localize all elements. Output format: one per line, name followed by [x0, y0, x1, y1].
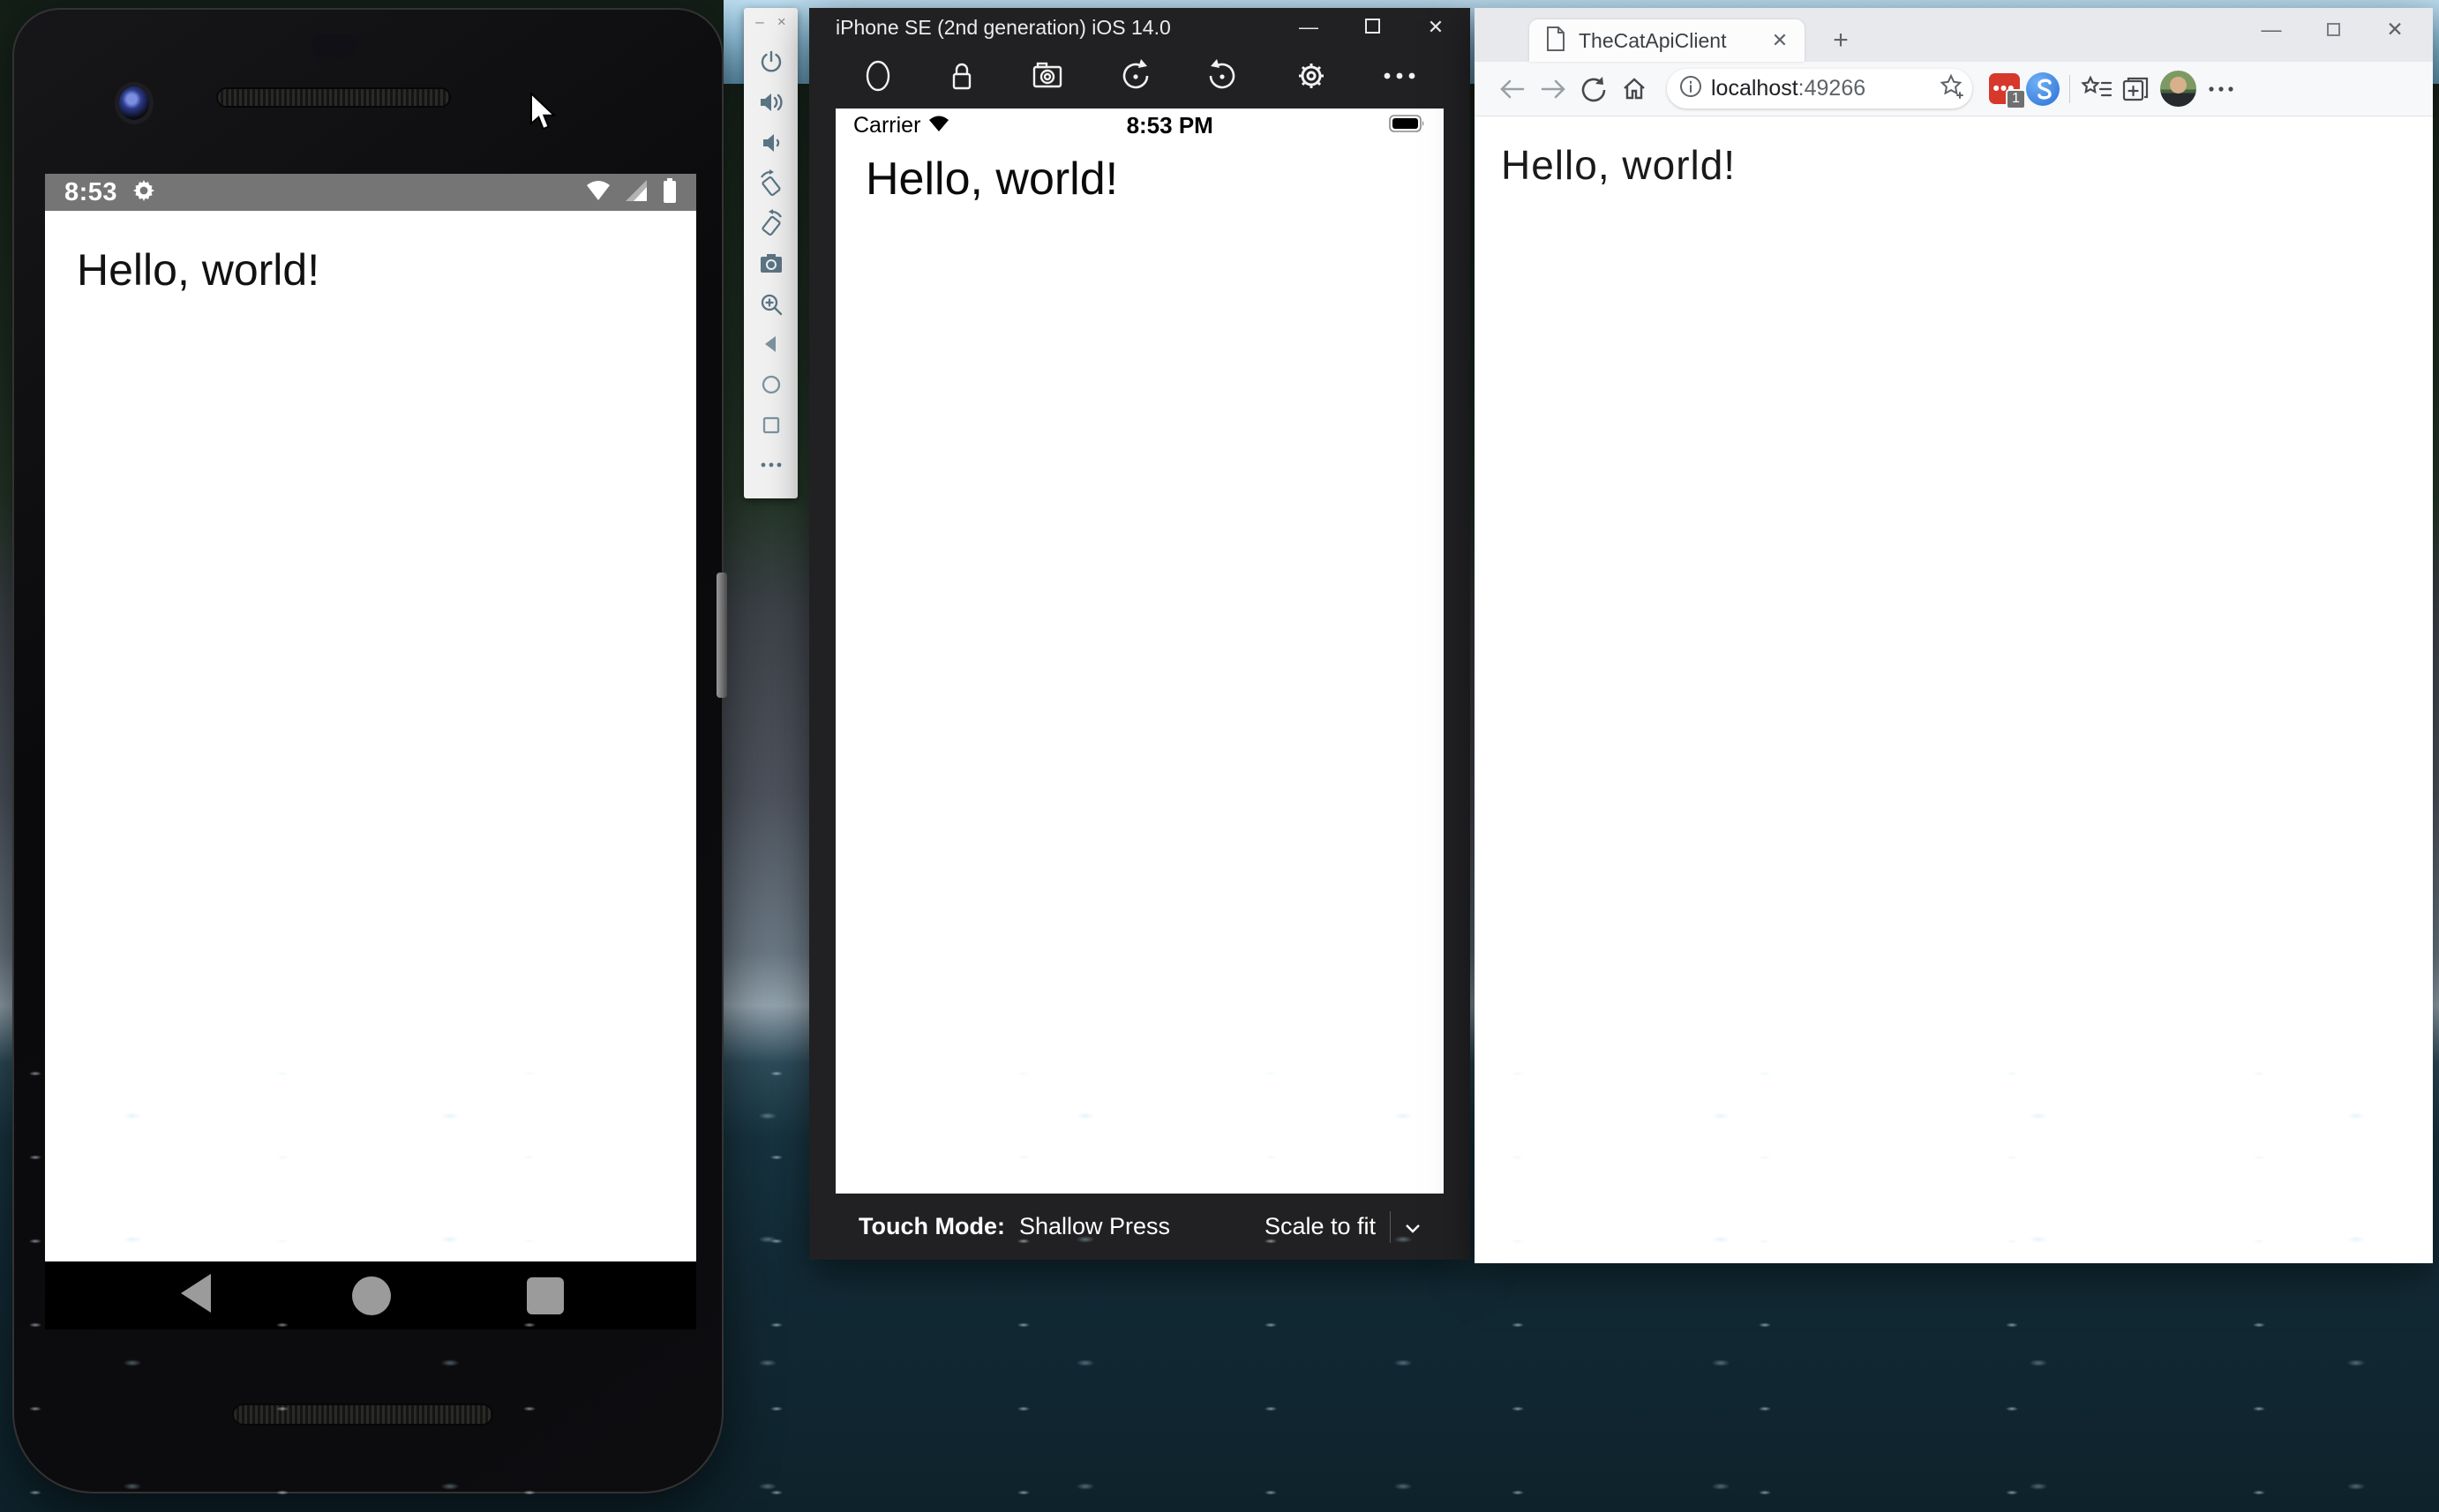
ios-simulator-toolbar [809, 47, 1470, 109]
power-icon[interactable] [757, 49, 785, 77]
address-bar[interactable]: localhost:49266 [1667, 69, 1972, 109]
bottom-speaker [232, 1403, 493, 1426]
android-app-content[interactable]: Hello, world! [45, 211, 696, 1261]
rotate-right-icon[interactable] [757, 209, 785, 237]
scale-mode-dropdown[interactable]: Scale to fit [1265, 1213, 1376, 1240]
touch-mode-label: Touch Mode: [859, 1213, 1005, 1240]
url-port: :49266 [1798, 76, 1865, 101]
battery-icon [663, 178, 677, 207]
settings-more-icon[interactable] [2202, 69, 2240, 109]
site-info-icon[interactable] [1679, 75, 1702, 102]
back-icon[interactable] [757, 330, 785, 358]
browser-minimize-button[interactable]: — [2258, 18, 2285, 41]
ios-status-bar: Carrier 8:53 PM [836, 109, 1444, 142]
page-favicon-icon [1545, 26, 1566, 56]
ios-hello-text: Hello, world! [866, 153, 1118, 206]
phone-sensor-area [312, 34, 356, 57]
ios-maximize-button[interactable] [1359, 16, 1385, 39]
ios-footer-bar: Touch Mode: Shallow Press Scale to fit [809, 1194, 1470, 1260]
ios-title-bar: iPhone SE (2nd generation) iOS 14.0 — ✕ [809, 8, 1470, 47]
home-icon[interactable] [860, 56, 896, 100]
toolbar-divider [2069, 75, 2070, 103]
settings-gear-icon [131, 178, 156, 207]
home-circle-icon[interactable] [352, 1276, 391, 1315]
add-favorite-star-icon[interactable] [1939, 73, 1965, 104]
zoom-icon[interactable] [757, 290, 785, 318]
ios-simulator-window: iPhone SE (2nd generation) iOS 14.0 — ✕ [809, 8, 1470, 1260]
front-camera [115, 82, 154, 124]
tab-title: TheCatApiClient [1579, 29, 1767, 53]
more-icon[interactable] [757, 451, 785, 479]
ios-status-time: 8:53 PM [950, 112, 1389, 139]
volume-down-icon[interactable] [757, 129, 785, 157]
browser-tab[interactable]: TheCatApiClient ✕ [1529, 19, 1805, 62]
emulator-close-button[interactable]: × [777, 13, 786, 36]
ios-screen[interactable]: Carrier 8:53 PM Hello, world! [836, 109, 1444, 1194]
ios-close-button[interactable]: ✕ [1422, 16, 1449, 39]
browser-maximize-button[interactable] [2320, 18, 2346, 41]
extension-blue-icon[interactable] [2023, 69, 2062, 109]
browser-hello-text: Hello, world! [1501, 141, 1736, 189]
rotate-left-icon[interactable] [757, 169, 785, 198]
battery-icon [1389, 115, 1426, 137]
ios-window-title: iPhone SE (2nd generation) iOS 14.0 [836, 16, 1295, 40]
rotate-left-icon[interactable] [1115, 56, 1154, 100]
back-triangle-icon[interactable] [177, 1272, 216, 1319]
new-tab-button[interactable]: + [1824, 24, 1857, 57]
wifi-icon [927, 115, 950, 137]
android-screen[interactable]: 8:53 Hello, world! [45, 174, 696, 1329]
screenshot-camera-icon[interactable] [757, 250, 785, 278]
favorites-bar-icon[interactable] [2077, 69, 2116, 109]
earpiece-speaker [216, 87, 451, 108]
extension-red-icon[interactable]: ••• 1 [1985, 69, 2023, 109]
power-side-button [717, 573, 727, 698]
overview-square-icon[interactable] [527, 1277, 564, 1314]
android-hello-text: Hello, world! [77, 244, 319, 296]
url-text[interactable]: localhost:49266 [1711, 76, 1939, 101]
android-status-bar: 8:53 [45, 174, 696, 211]
touch-mode-value: Shallow Press [1019, 1213, 1170, 1240]
chevron-down-icon[interactable] [1405, 1213, 1421, 1240]
url-host: localhost [1711, 76, 1798, 101]
android-nav-bar [45, 1261, 696, 1329]
lock-icon[interactable] [945, 56, 979, 100]
overview-icon[interactable] [757, 411, 785, 439]
emulator-toolbar: – × [744, 8, 798, 498]
tab-close-icon[interactable]: ✕ [1767, 29, 1792, 52]
refresh-icon[interactable] [1573, 69, 1614, 109]
android-emulator-device: 8:53 Hello, world! [12, 8, 724, 1493]
profile-avatar[interactable] [2160, 71, 2196, 107]
carrier-label: Carrier [853, 113, 920, 138]
mouse-cursor [529, 92, 559, 137]
back-icon[interactable] [1492, 69, 1533, 109]
cell-signal-icon [626, 180, 649, 206]
browser-page-content[interactable]: Hello, world! [1475, 116, 2433, 1263]
home-icon[interactable] [757, 371, 785, 399]
forward-icon[interactable] [1533, 69, 1573, 109]
home-icon[interactable] [1614, 69, 1655, 109]
screenshot-camera-icon[interactable] [1028, 56, 1067, 100]
more-icon[interactable] [1380, 70, 1419, 86]
collections-icon[interactable] [2116, 69, 2155, 109]
browser-window: TheCatApiClient ✕ + — ✕ [1475, 8, 2433, 1263]
footer-divider [1390, 1211, 1391, 1243]
browser-close-button[interactable]: ✕ [2382, 18, 2408, 41]
desktop-wallpaper: 8:53 Hello, world! [0, 0, 2439, 1512]
emulator-minimize-button[interactable]: – [755, 13, 763, 36]
rotate-right-icon[interactable] [1204, 56, 1242, 100]
android-status-time: 8:53 [64, 178, 117, 207]
browser-tab-strip: TheCatApiClient ✕ + — ✕ [1475, 8, 2433, 62]
browser-toolbar: localhost:49266 ••• 1 [1475, 62, 2433, 116]
volume-up-icon[interactable] [757, 88, 785, 116]
ios-minimize-button[interactable]: — [1295, 16, 1322, 39]
wifi-icon [585, 180, 612, 206]
settings-gear-icon[interactable] [1292, 56, 1331, 100]
